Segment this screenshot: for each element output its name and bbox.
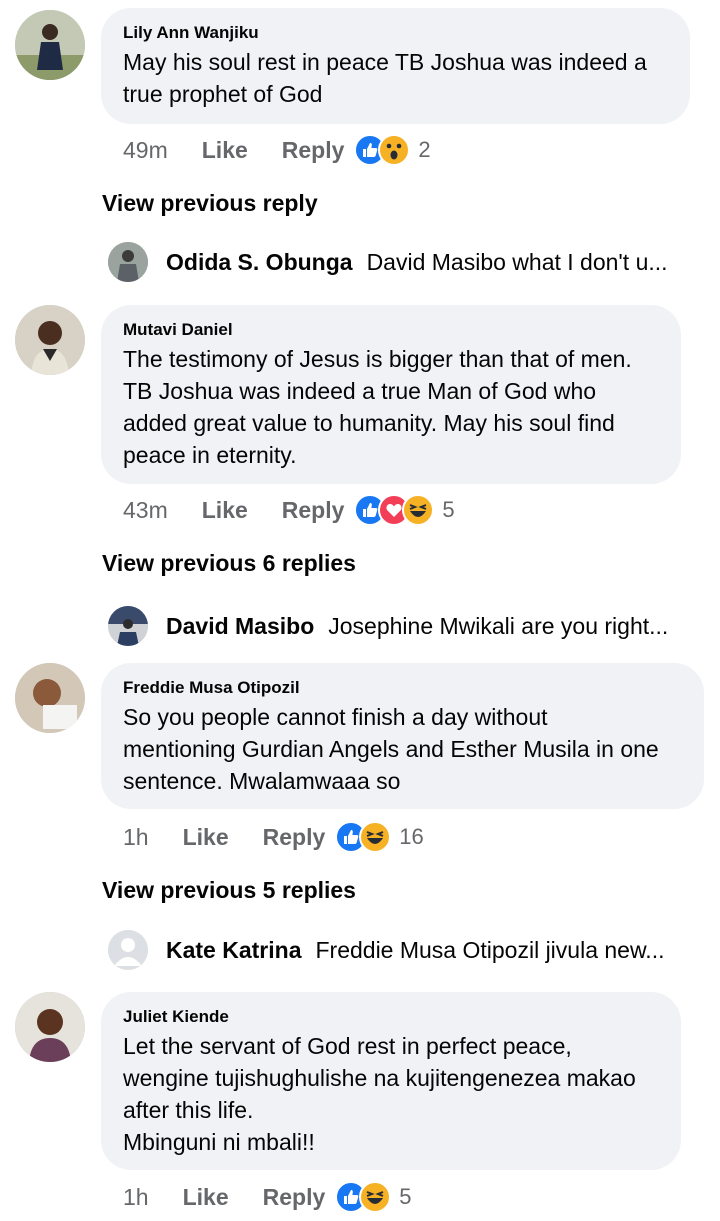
reply-text: Josephine Mwikali are you right...	[328, 612, 669, 639]
comment-text: The testimony of Jesus is bigger than th…	[123, 346, 632, 468]
comment-author[interactable]: Freddie Musa Otipozil	[123, 677, 682, 699]
comment-timestamp[interactable]: 1h	[123, 1184, 149, 1211]
like-button[interactable]: Like	[202, 497, 248, 524]
comment-bubble: Freddie Musa Otipozil So you people cann…	[101, 663, 704, 809]
comment-bubble: Mutavi Daniel The testimony of Jesus is …	[101, 305, 681, 484]
reaction-count: 2	[418, 137, 431, 162]
reply-text: David Masibo what I don't u...	[366, 248, 668, 275]
comment-text: Let the servant of God rest in perfect p…	[123, 1033, 636, 1155]
reply-author[interactable]: Odida S. Obunga	[166, 249, 353, 276]
avatar[interactable]	[108, 606, 148, 646]
avatar[interactable]	[108, 242, 148, 282]
avatar[interactable]	[15, 663, 85, 733]
haha-icon	[359, 1181, 392, 1213]
comment-actions: 1h Like Reply 5	[123, 1179, 412, 1215]
comment-author[interactable]: Lily Ann Wanjiku	[123, 22, 668, 44]
haha-icon	[402, 494, 435, 526]
haha-icon	[359, 821, 392, 853]
comment-author[interactable]: Mutavi Daniel	[123, 319, 659, 341]
reply-author[interactable]: Kate Katrina	[166, 937, 301, 964]
reply-button[interactable]: Reply	[263, 1184, 326, 1211]
comment-timestamp[interactable]: 43m	[123, 497, 168, 524]
reply-text: Freddie Musa Otipozil jivula new...	[315, 936, 665, 963]
comment-text: So you people cannot finish a day withou…	[123, 704, 659, 794]
comment-bubble: Juliet Kiende Let the servant of God res…	[101, 992, 681, 1170]
wow-icon	[378, 134, 411, 166]
comment-bubble: Lily Ann Wanjiku May his soul rest in pe…	[101, 8, 690, 124]
view-previous-replies[interactable]: View previous reply	[102, 190, 318, 217]
comment-actions: 43m Like Reply 5	[123, 492, 455, 528]
reaction-summary[interactable]: 5	[335, 1181, 412, 1213]
avatar[interactable]	[15, 305, 85, 375]
reaction-summary[interactable]: 5	[354, 494, 455, 526]
reply-button[interactable]: Reply	[282, 137, 345, 164]
latest-reply[interactable]: David Masibo Josephine Mwikali are you r…	[108, 606, 668, 646]
reaction-count: 16	[399, 824, 424, 849]
comment-actions: 1h Like Reply 16	[123, 819, 424, 855]
view-previous-replies[interactable]: View previous 5 replies	[102, 877, 356, 904]
avatar[interactable]	[108, 930, 148, 970]
comment-author[interactable]: Juliet Kiende	[123, 1006, 659, 1028]
reply-button[interactable]: Reply	[263, 824, 326, 851]
comment-text: May his soul rest in peace TB Joshua was…	[123, 49, 647, 107]
comment-timestamp[interactable]: 1h	[123, 824, 149, 851]
avatar[interactable]	[15, 992, 85, 1062]
reaction-summary[interactable]: 16	[335, 821, 424, 853]
comment-actions: 49m Like Reply 2	[123, 132, 431, 168]
like-button[interactable]: Like	[183, 1184, 229, 1211]
reaction-summary[interactable]: 2	[354, 134, 431, 166]
like-button[interactable]: Like	[183, 824, 229, 851]
reply-author[interactable]: David Masibo	[166, 613, 314, 640]
comment-timestamp[interactable]: 49m	[123, 137, 168, 164]
avatar[interactable]	[15, 10, 85, 80]
reaction-count: 5	[442, 497, 455, 522]
view-previous-replies[interactable]: View previous 6 replies	[102, 550, 356, 577]
reply-button[interactable]: Reply	[282, 497, 345, 524]
latest-reply[interactable]: Odida S. Obunga David Masibo what I don'…	[108, 242, 668, 282]
latest-reply[interactable]: Kate Katrina Freddie Musa Otipozil jivul…	[108, 930, 664, 970]
like-button[interactable]: Like	[202, 137, 248, 164]
reaction-count: 5	[399, 1184, 412, 1209]
